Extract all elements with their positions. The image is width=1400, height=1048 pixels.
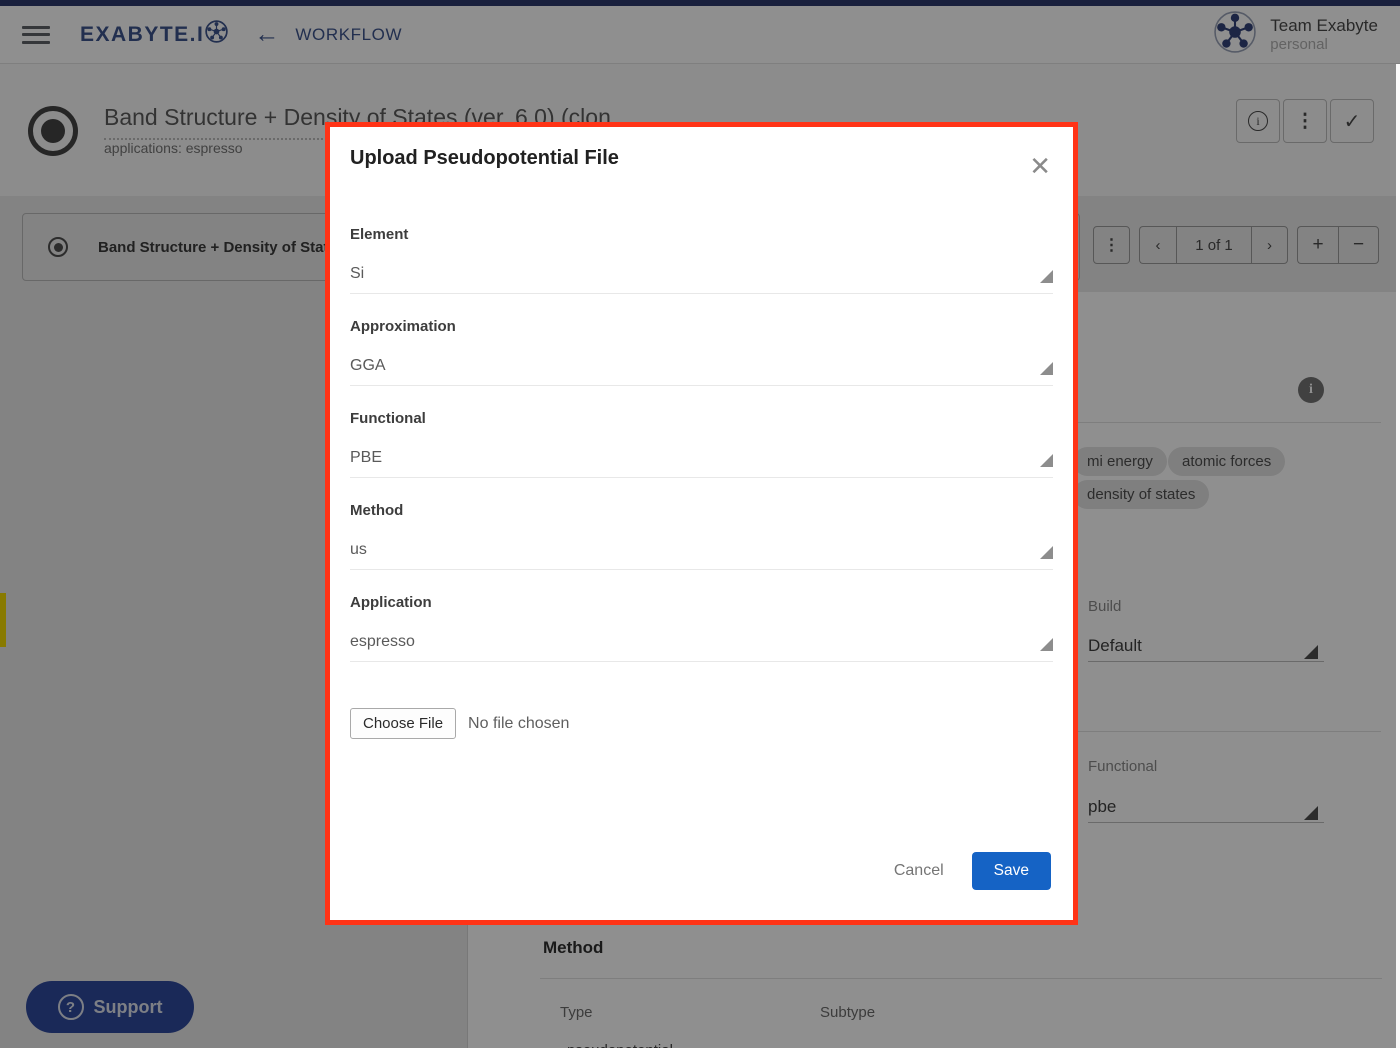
element-select[interactable]: Si [350,265,1053,294]
dropdown-caret-icon [1040,546,1053,559]
element-label: Element [350,226,1053,243]
functional-label: Functional [350,410,1053,427]
element-value: Si [350,265,364,283]
dropdown-caret-icon [1040,270,1053,283]
file-status-text: No file chosen [468,715,569,733]
approximation-field: Approximation GGA [350,318,1053,386]
functional-value: PBE [350,449,382,467]
functional-field: Functional PBE [350,410,1053,478]
modal-title: Upload Pseudopotential File [350,147,1053,170]
choose-file-button[interactable]: Choose File [350,708,456,739]
application-label: Application [350,594,1053,611]
dropdown-caret-icon [1040,638,1053,651]
functional-select[interactable]: PBE [350,449,1053,478]
approximation-value: GGA [350,357,386,375]
application-value: espresso [350,633,415,651]
dropdown-caret-icon [1040,454,1053,467]
method-value: us [350,541,367,559]
approximation-select[interactable]: GGA [350,357,1053,386]
element-field: Element Si [350,226,1053,294]
right-edge-strip [1396,64,1400,1048]
method-select[interactable]: us [350,541,1053,570]
cancel-button[interactable]: Cancel [894,862,944,880]
approximation-label: Approximation [350,318,1053,335]
upload-pseudopotential-modal: Upload Pseudopotential File ✕ Element Si… [325,122,1078,925]
modal-footer: Cancel Save [894,852,1051,890]
method-label: Method [350,502,1053,519]
modal-fields: Element Si Approximation GGA Functional … [350,226,1053,662]
dropdown-caret-icon [1040,362,1053,375]
method-field: Method us [350,502,1053,570]
close-icon[interactable]: ✕ [1029,153,1051,179]
app-screen: EXABYTE.I ← WORKFLOW Team Exabyte person… [0,0,1400,1048]
file-upload-row: Choose File No file chosen [350,708,1053,739]
save-button[interactable]: Save [972,852,1051,890]
application-select[interactable]: espresso [350,633,1053,662]
application-field: Application espresso [350,594,1053,662]
